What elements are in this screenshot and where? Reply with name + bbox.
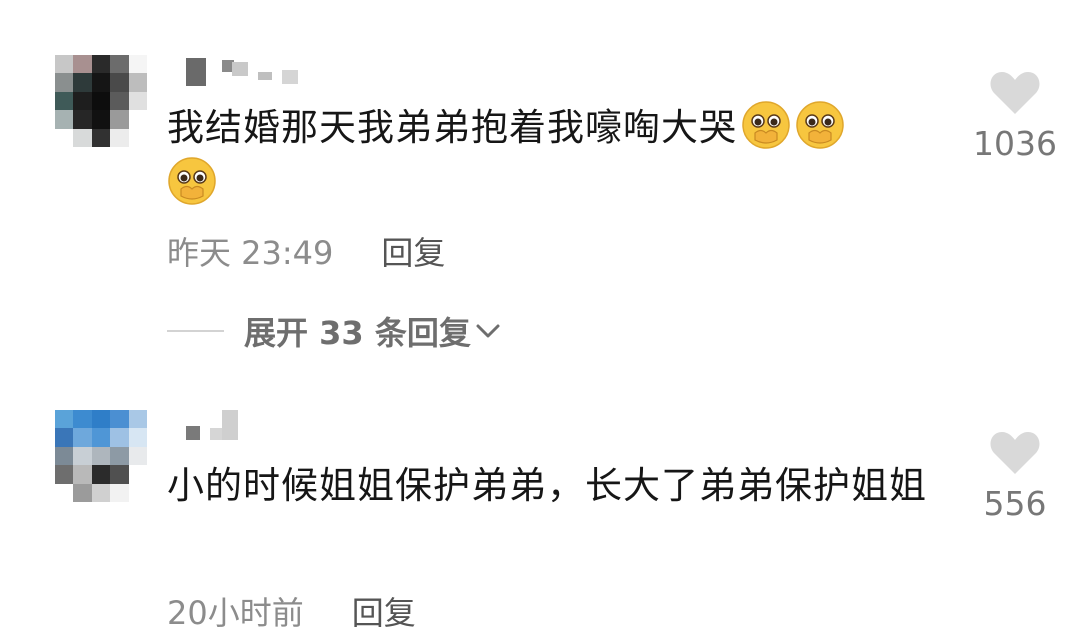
reply-button[interactable]: 回复 — [352, 588, 416, 634]
heart-icon — [990, 432, 1040, 474]
timestamp: 20小时前 — [167, 594, 304, 632]
like-button[interactable]: 556 — [960, 430, 1070, 523]
avatar[interactable] — [55, 410, 147, 502]
comment-meta: 20小时前 回复 — [167, 588, 416, 634]
comment-item: 小的时候姐姐保护弟弟，长大了弟弟保护姐姐 20小时前 回复 556 — [0, 0, 1080, 641]
like-count: 556 — [983, 484, 1047, 523]
username[interactable] — [186, 410, 246, 440]
comment-text: 小的时候姐姐保护弟弟，长大了弟弟保护姐姐 — [167, 464, 927, 507]
